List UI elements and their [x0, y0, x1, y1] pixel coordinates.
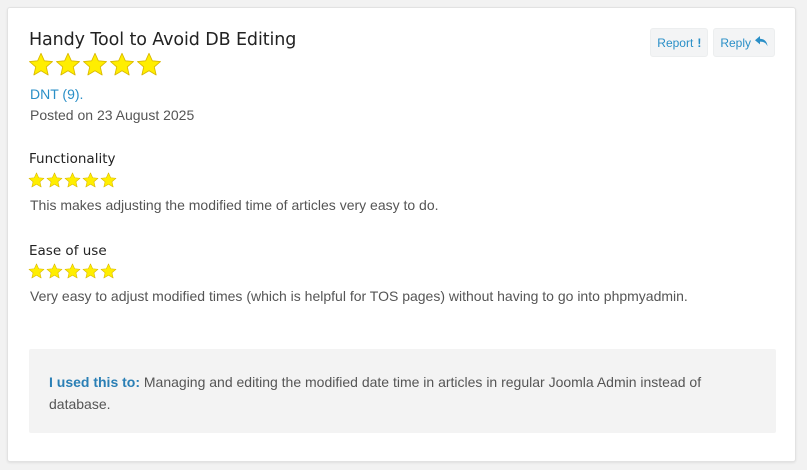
review-card: Handy Tool to Avoid DB Editing DNT (9). …	[7, 7, 796, 462]
star-icon	[83, 52, 107, 76]
section-heading-ease-of-use: Ease of use	[29, 243, 107, 259]
star-icon	[100, 172, 117, 188]
star-icon	[28, 172, 45, 188]
star-icon	[46, 172, 63, 188]
report-button[interactable]: Report !	[650, 28, 709, 57]
star-icon	[28, 263, 45, 279]
report-label: Report	[657, 35, 694, 50]
review-title: Handy Tool to Avoid DB Editing	[29, 30, 297, 50]
exclamation-icon: !	[697, 35, 702, 50]
usage-box: I used this to: Managing and editing the…	[29, 349, 776, 433]
review-actions: Report ! Reply	[650, 28, 775, 57]
star-icon	[46, 263, 63, 279]
functionality-rating	[28, 172, 117, 189]
star-icon	[64, 172, 81, 188]
star-icon	[64, 263, 81, 279]
star-icon	[82, 263, 99, 279]
functionality-text: This makes adjusting the modified time o…	[30, 197, 439, 213]
usage-label: I used this to:	[49, 374, 140, 390]
star-icon	[56, 52, 80, 76]
star-icon	[137, 52, 161, 76]
author-link[interactable]: DNT (9).	[30, 86, 83, 102]
reply-label: Reply	[720, 35, 751, 50]
star-icon	[110, 52, 134, 76]
star-icon	[100, 263, 117, 279]
reply-button[interactable]: Reply	[713, 28, 775, 57]
ease-of-use-text: Very easy to adjust modified times (whic…	[30, 288, 688, 304]
ease-of-use-rating	[28, 263, 117, 280]
posted-date: Posted on 23 August 2025	[30, 107, 195, 123]
star-icon	[82, 172, 99, 188]
star-icon	[29, 52, 53, 76]
reply-icon	[755, 36, 768, 49]
section-heading-functionality: Functionality	[29, 151, 116, 167]
overall-rating	[28, 52, 162, 78]
usage-text: Managing and editing the modified date t…	[49, 374, 702, 412]
